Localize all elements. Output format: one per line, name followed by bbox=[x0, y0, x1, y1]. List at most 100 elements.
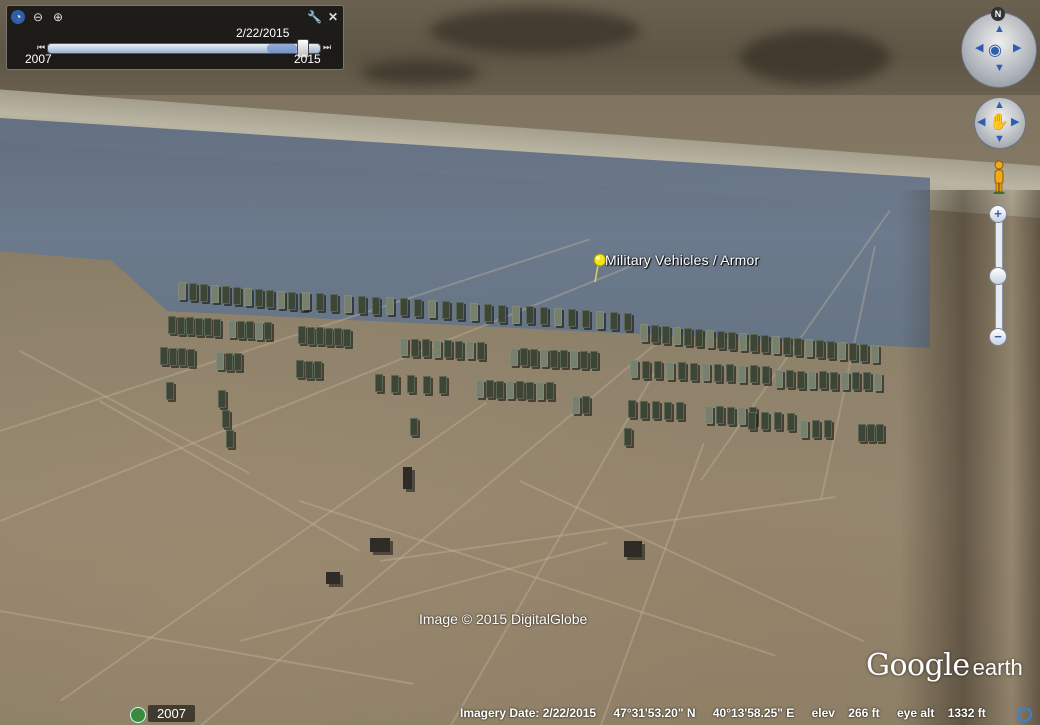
vehicle bbox=[714, 364, 722, 382]
close-icon[interactable]: ✕ bbox=[326, 10, 340, 24]
vehicle bbox=[554, 308, 562, 326]
look-left-arrow-icon[interactable]: ◀ bbox=[975, 43, 983, 54]
vehicle bbox=[572, 396, 580, 414]
move-down-arrow-icon[interactable]: ▼ bbox=[994, 134, 1005, 145]
terrain-ridge bbox=[900, 190, 1040, 725]
vehicle bbox=[255, 289, 263, 307]
vehicle bbox=[422, 339, 430, 357]
vehicle bbox=[237, 321, 245, 339]
track-mark bbox=[299, 500, 776, 657]
vehicle bbox=[772, 336, 780, 354]
historical-imagery-slider: ◔ ⊖ ⊕ 🔧 ✕ 2/22/2015 ⏮ ⏭ 2007 2015 bbox=[6, 5, 344, 70]
zoom-in-time-icon[interactable]: ⊕ bbox=[51, 10, 65, 24]
vehicle bbox=[651, 325, 659, 343]
vehicle bbox=[871, 345, 879, 363]
vehicle bbox=[787, 413, 795, 431]
move-right-arrow-icon[interactable]: ▶ bbox=[1011, 117, 1019, 128]
vehicle bbox=[195, 318, 203, 336]
vehicle bbox=[330, 294, 338, 312]
zoom-out-button[interactable]: − bbox=[989, 328, 1007, 346]
wrench-icon[interactable]: 🔧 bbox=[307, 10, 322, 24]
pegman-icon[interactable] bbox=[991, 160, 1007, 194]
vehicle bbox=[610, 312, 618, 330]
vehicle bbox=[526, 382, 534, 400]
look-right-arrow-icon[interactable]: ▶ bbox=[1013, 43, 1021, 54]
vehicle bbox=[386, 297, 394, 315]
zoom-out-time-icon[interactable]: ⊖ bbox=[31, 10, 45, 24]
vehicle bbox=[264, 322, 272, 340]
vehicle bbox=[226, 430, 234, 448]
current-date-label: 2/22/2015 bbox=[236, 26, 290, 40]
vehicle bbox=[536, 382, 544, 400]
vehicle bbox=[476, 380, 484, 398]
range-start-year: 2007 bbox=[25, 52, 52, 66]
vehicle bbox=[486, 380, 494, 398]
vehicle bbox=[684, 328, 692, 346]
eye-altitude: eye alt 1332 ft bbox=[897, 706, 986, 720]
eye-icon: ◉ bbox=[988, 42, 1002, 59]
vehicle bbox=[344, 295, 352, 313]
logo-earth-text: earth bbox=[972, 655, 1023, 680]
zoom-slider-handle[interactable] bbox=[989, 267, 1007, 285]
vehicle bbox=[372, 297, 380, 315]
small-structure bbox=[326, 572, 340, 584]
move-up-arrow-icon[interactable]: ▲ bbox=[994, 100, 1005, 111]
move-left-arrow-icon[interactable]: ◀ bbox=[977, 117, 985, 128]
vehicle bbox=[423, 376, 431, 394]
vehicle bbox=[750, 334, 758, 352]
vehicle bbox=[738, 365, 746, 383]
vehicle bbox=[302, 292, 310, 310]
time-slider-track[interactable] bbox=[47, 39, 321, 58]
vehicle bbox=[200, 284, 208, 302]
vehicle bbox=[166, 382, 174, 400]
vehicle bbox=[716, 406, 724, 424]
vehicle bbox=[706, 330, 714, 348]
zoom-in-button[interactable]: + bbox=[989, 205, 1007, 223]
vehicle bbox=[455, 341, 463, 359]
north-indicator[interactable]: N bbox=[991, 7, 1005, 21]
google-earth-logo: Google earth bbox=[866, 648, 1023, 683]
dark-patch bbox=[360, 60, 480, 85]
streaming-indicator-icon bbox=[1017, 707, 1032, 722]
zoom-slider[interactable]: + − bbox=[989, 203, 1007, 348]
vehicle bbox=[307, 327, 315, 345]
vehicle bbox=[316, 293, 324, 311]
clock-icon[interactable]: ◔ bbox=[11, 10, 25, 24]
vehicle bbox=[506, 381, 514, 399]
vehicle bbox=[407, 375, 415, 393]
vehicle bbox=[433, 340, 441, 358]
skip-forward-icon[interactable]: ⏭ bbox=[323, 42, 331, 53]
vehicle bbox=[391, 375, 399, 393]
vehicle bbox=[705, 406, 713, 424]
vehicle bbox=[812, 420, 820, 438]
historical-imagery-icon[interactable] bbox=[130, 707, 146, 723]
vehicle bbox=[225, 353, 233, 371]
vehicle bbox=[582, 396, 590, 414]
look-down-arrow-icon[interactable]: ▼ bbox=[994, 63, 1005, 74]
time-slider-range bbox=[267, 44, 297, 53]
placemark-label[interactable]: Military Vehicles / Armor bbox=[605, 252, 759, 268]
range-end-year: 2015 bbox=[294, 52, 321, 66]
vehicle bbox=[510, 348, 518, 366]
vehicle bbox=[824, 420, 832, 438]
vehicle bbox=[305, 361, 313, 379]
vehicle bbox=[748, 412, 756, 430]
vehicle bbox=[761, 335, 769, 353]
vehicle bbox=[867, 424, 875, 442]
historical-year-button[interactable]: 2007 bbox=[148, 705, 195, 722]
latitude: 47°31'53.20" N bbox=[613, 706, 696, 720]
vehicle bbox=[526, 306, 534, 324]
vehicle bbox=[702, 363, 710, 381]
vehicle bbox=[213, 319, 221, 337]
vehicle bbox=[654, 361, 662, 379]
look-up-arrow-icon[interactable]: ▲ bbox=[994, 24, 1005, 35]
status-bar: 2007 Imagery Date: 2/22/2015 47°31'53.20… bbox=[0, 703, 1040, 725]
vehicle bbox=[816, 340, 824, 358]
vehicle bbox=[717, 331, 725, 349]
vehicle bbox=[827, 341, 835, 359]
vehicle bbox=[841, 372, 849, 390]
vehicle bbox=[797, 371, 805, 389]
vehicle bbox=[852, 372, 860, 390]
longitude: 40°13'58.25" E bbox=[712, 706, 795, 720]
vehicle bbox=[470, 303, 478, 321]
